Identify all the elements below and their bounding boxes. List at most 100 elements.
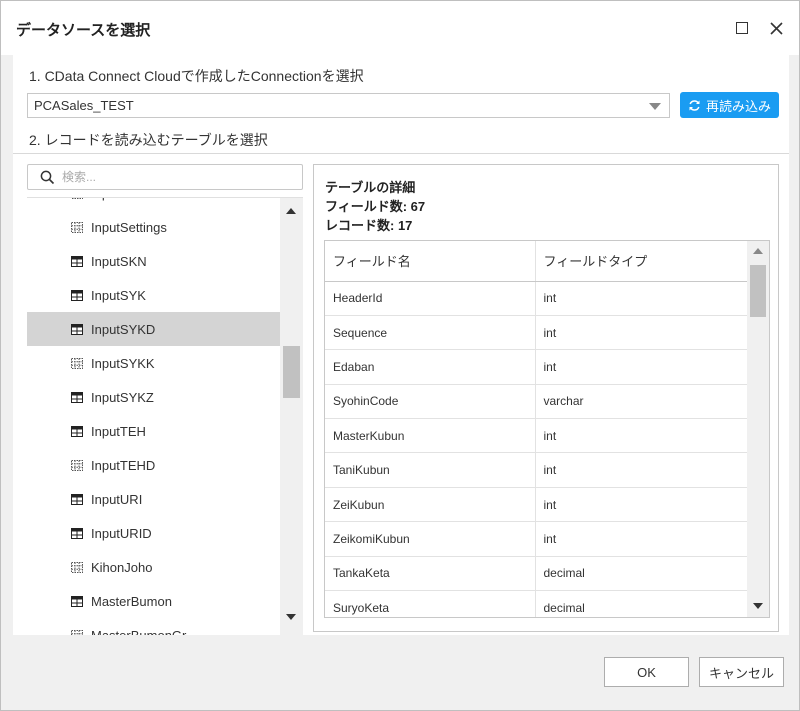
- table-icon: [71, 391, 83, 403]
- search-icon: [40, 170, 55, 185]
- field-row[interactable]: Edaban int: [325, 349, 747, 385]
- table-list-items: Input InputSettings InputSKN InputSYK InputS…: [27, 198, 280, 635]
- field-name-cell: TaniKubun: [325, 452, 536, 488]
- table-search[interactable]: [27, 164, 303, 190]
- field-type-cell: int: [535, 487, 747, 523]
- table-list-item-label: MasterBumon: [91, 593, 172, 609]
- field-name-cell: TankaKeta: [325, 556, 536, 592]
- reload-button[interactable]: 再読み込み: [680, 92, 779, 118]
- cancel-button[interactable]: キャンセル: [699, 657, 784, 687]
- table-list-item-label: InputSettings: [91, 219, 167, 235]
- field-row[interactable]: ZeiKubun int: [325, 487, 747, 523]
- maximize-icon: [736, 22, 748, 34]
- table-icon: [71, 527, 83, 539]
- list-scroll-thumb[interactable]: [283, 346, 300, 398]
- field-name-cell: HeaderId: [325, 281, 536, 316]
- table-list-item[interactable]: Input: [27, 198, 280, 210]
- table-list-item-label: InputTEHD: [91, 457, 156, 473]
- table-list-item[interactable]: InputURID: [27, 516, 280, 550]
- table-icon: [71, 255, 83, 267]
- table-list-item[interactable]: InputURI: [27, 482, 280, 516]
- view-icon: [71, 561, 83, 573]
- field-name-cell: Sequence: [325, 315, 536, 351]
- view-icon: [71, 357, 83, 369]
- connection-select[interactable]: PCASales_TEST: [27, 93, 670, 118]
- column-header-field-name[interactable]: フィールド名: [325, 241, 536, 282]
- field-type-cell: int: [535, 281, 747, 316]
- grid-scroll-thumb[interactable]: [750, 265, 766, 317]
- field-row[interactable]: HeaderId int: [325, 281, 747, 316]
- field-type-cell: int: [535, 521, 747, 557]
- record-count: レコード数: 17: [325, 218, 413, 233]
- field-type-cell: int: [535, 349, 747, 385]
- table-detail-panel: テーブルの詳細 フィールド数: 67 レコード数: 17 フィールド名 フィール…: [313, 164, 779, 632]
- field-row[interactable]: TankaKeta decimal: [325, 556, 747, 592]
- grid-scroll-up-icon[interactable]: [753, 248, 763, 254]
- scroll-up-icon[interactable]: [286, 208, 296, 214]
- ok-button[interactable]: OK: [604, 657, 689, 687]
- field-type-cell: decimal: [535, 590, 747, 617]
- table-list-item[interactable]: InputTEH: [27, 414, 280, 448]
- table-list-item[interactable]: InputSettings: [27, 210, 280, 244]
- refresh-icon: [689, 99, 700, 111]
- dialog-titlebar: データソースを選択: [1, 1, 799, 55]
- step1-label: 1. CData Connect Cloudで作成したConnectionを選択: [29, 68, 364, 84]
- table-list-item[interactable]: InputSKN: [27, 244, 280, 278]
- field-row[interactable]: ZeikomiKubun int: [325, 521, 747, 557]
- detail-heading: テーブルの詳細: [325, 180, 416, 195]
- field-row[interactable]: MasterKubun int: [325, 418, 747, 454]
- dialog-body: 1. CData Connect Cloudで作成したConnectionを選択…: [13, 55, 789, 635]
- table-icon: [71, 595, 83, 607]
- field-type-cell: int: [535, 418, 747, 454]
- table-list-item-label: InputSYKZ: [91, 389, 154, 405]
- field-row[interactable]: SyohinCode varchar: [325, 384, 747, 420]
- view-icon: [71, 198, 83, 199]
- field-count: フィールド数: 67: [325, 199, 426, 214]
- table-list-item-label: KihonJoho: [91, 559, 153, 575]
- field-row[interactable]: TaniKubun int: [325, 452, 747, 488]
- table-list: Input InputSettings InputSKN InputSYK InputS…: [27, 197, 303, 635]
- table-list-item[interactable]: InputSYKZ: [27, 380, 280, 414]
- table-list-item-label: InputSYKK: [91, 355, 155, 371]
- dialog-title: データソースを選択: [16, 22, 151, 39]
- field-table-header: フィールド名 フィールドタイプ: [325, 241, 747, 282]
- close-button[interactable]: [763, 15, 789, 41]
- reload-button-label: 再読み込み: [705, 98, 771, 114]
- grid-scroll-down-icon[interactable]: [753, 603, 763, 609]
- table-list-item[interactable]: InputSYKK: [27, 346, 280, 380]
- table-list-item[interactable]: InputTEHD: [27, 448, 280, 482]
- table-list-item[interactable]: InputSYKD: [27, 312, 280, 346]
- field-name-cell: MasterKubun: [325, 418, 536, 454]
- table-list-item[interactable]: MasterBumonGr: [27, 618, 280, 635]
- table-icon: [71, 323, 83, 335]
- column-header-field-type[interactable]: フィールドタイプ: [535, 241, 747, 282]
- field-row[interactable]: Sequence int: [325, 315, 747, 351]
- table-list-item[interactable]: KihonJoho: [27, 550, 280, 584]
- table-list-item-label: InputTEH: [91, 423, 146, 439]
- field-type-cell: decimal: [535, 556, 747, 592]
- view-icon: [71, 221, 83, 233]
- field-row[interactable]: SuryoKeta decimal: [325, 590, 747, 617]
- close-icon: [769, 21, 783, 35]
- grid-scrollbar[interactable]: [747, 241, 769, 617]
- step2-label: 2. レコードを読み込むテーブルを選択: [29, 132, 268, 148]
- field-type-cell: int: [535, 452, 747, 488]
- select-datasource-dialog: データソースを選択 1. CData Connect Cloudで作成したCon…: [0, 0, 800, 711]
- table-list-item-label: InputSYK: [91, 287, 146, 303]
- table-icon: [71, 289, 83, 301]
- table-list-item-label: Input: [91, 198, 120, 201]
- view-icon: [71, 629, 83, 635]
- section-divider: [13, 153, 789, 154]
- maximize-button[interactable]: [729, 15, 755, 41]
- scroll-down-icon[interactable]: [286, 614, 296, 620]
- view-icon: [71, 459, 83, 471]
- table-list-item[interactable]: MasterBumon: [27, 584, 280, 618]
- field-table: フィールド名 フィールドタイプ HeaderId int Sequence int Ed…: [325, 241, 747, 617]
- list-scrollbar[interactable]: [280, 198, 303, 635]
- table-list-item[interactable]: InputSYK: [27, 278, 280, 312]
- connection-select-value: PCASales_TEST: [34, 98, 134, 113]
- search-input[interactable]: [62, 168, 292, 186]
- table-icon: [71, 425, 83, 437]
- table-list-item-label: InputURID: [91, 525, 152, 541]
- table-icon: [71, 493, 83, 505]
